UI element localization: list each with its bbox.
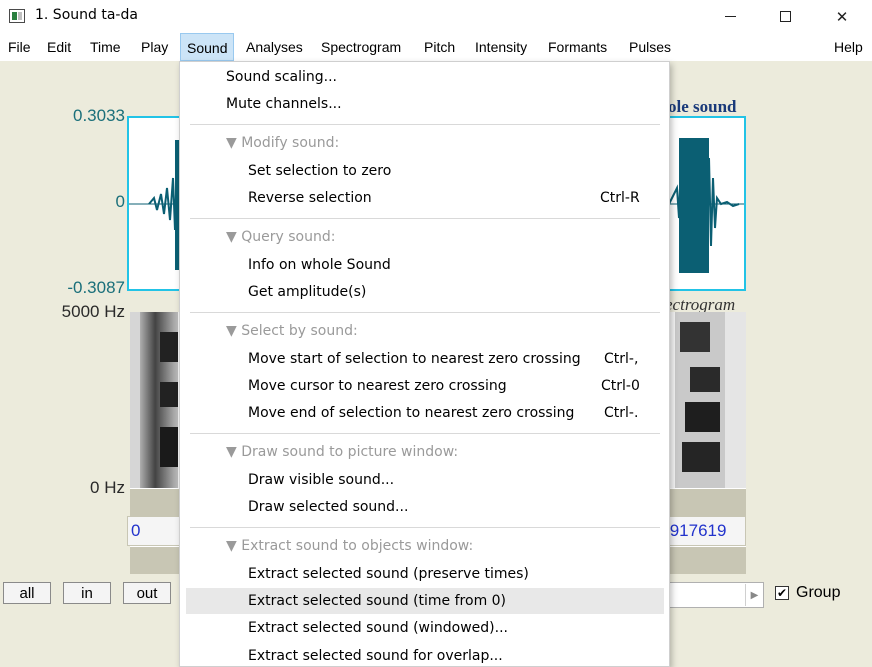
menu-intensity[interactable]: Intensity [475, 39, 527, 55]
menu-item-reverse-selection[interactable]: Reverse selection Ctrl-R [180, 185, 669, 211]
wave-title: ole sound [668, 97, 737, 116]
menu-spectrogram[interactable]: Spectrogram [321, 39, 401, 55]
freq-min-label: 0 Hz [90, 478, 125, 497]
menu-pulses[interactable]: Pulses [629, 39, 671, 55]
menu-sound[interactable]: Sound [180, 33, 235, 61]
scroll-right-icon[interactable]: ▶ [745, 584, 763, 606]
menu-help[interactable]: Help [834, 39, 863, 55]
menu-item-mute-channels[interactable]: Mute channels... [180, 91, 669, 117]
menu-formants[interactable]: Formants [548, 39, 607, 55]
amplitude-max-label: 0.3033 [73, 106, 125, 125]
menu-header-select-by-sound[interactable]: ▼ Select by sound: [180, 318, 669, 344]
menu-item-extract-for-overlap[interactable]: Extract selected sound for overlap... [180, 643, 669, 666]
menu-item-extract-preserve-times[interactable]: Extract selected sound (preserve times) [180, 561, 669, 587]
menu-header-extract-sound[interactable]: ▼ Extract sound to objects window: [180, 533, 669, 559]
menu-play[interactable]: Play [141, 39, 168, 55]
menu-item-draw-selected-sound[interactable]: Draw selected sound... [180, 494, 669, 520]
close-icon: ✕ [835, 7, 849, 26]
menu-analyses[interactable]: Analyses [246, 39, 303, 55]
menu-separator [190, 527, 660, 528]
freq-max-label: 5000 Hz [61, 302, 125, 321]
menu-separator [190, 433, 660, 434]
menu-item-move-cursor-zero-crossing[interactable]: Move cursor to nearest zero crossing Ctrl… [180, 373, 669, 399]
group-label: Group [796, 584, 841, 601]
time-end-label: .917619 [665, 521, 727, 540]
menu-item-set-selection-zero[interactable]: Set selection to zero [180, 158, 669, 184]
app-icon [9, 9, 25, 23]
zoom-in-button[interactable]: in [63, 582, 111, 604]
menu-item-move-end-zero-crossing[interactable]: Move end of selection to nearest zero cr… [180, 400, 669, 426]
maximize-button[interactable] [758, 0, 812, 33]
menu-separator [190, 124, 660, 125]
menu-pitch[interactable]: Pitch [424, 39, 455, 55]
amplitude-zero-label: 0 [115, 192, 125, 211]
menu-item-extract-windowed[interactable]: Extract selected sound (windowed)... [180, 615, 669, 641]
menu-separator [190, 312, 660, 313]
close-button[interactable]: ✕ [815, 0, 869, 33]
group-checkbox[interactable]: ✔ [775, 586, 789, 600]
menu-file[interactable]: File [8, 39, 31, 55]
menu-header-modify-sound[interactable]: ▼ Modify sound: [180, 130, 669, 156]
menu-item-draw-visible-sound[interactable]: Draw visible sound... [180, 467, 669, 493]
minimize-button[interactable] [703, 0, 757, 33]
sound-menu-dropdown: Sound scaling... Mute channels... ▼ Modi… [179, 61, 670, 667]
menu-item-get-amplitudes[interactable]: Get amplitude(s) [180, 279, 669, 305]
minimize-icon [724, 16, 736, 17]
zoom-out-button[interactable]: out [123, 582, 171, 604]
time-start-label: 0 [131, 521, 141, 540]
menu-item-move-start-zero-crossing[interactable]: Move start of selection to nearest zero … [180, 346, 669, 372]
menu-separator [190, 218, 660, 219]
menu-header-draw-sound[interactable]: ▼ Draw sound to picture window: [180, 439, 669, 465]
menu-item-extract-time-from-zero[interactable]: Extract selected sound (time from 0) [186, 588, 664, 614]
title-bar: 1. Sound ta-da ✕ [0, 0, 872, 33]
menu-header-query-sound[interactable]: ▼ Query sound: [180, 224, 669, 250]
menu-edit[interactable]: Edit [47, 39, 71, 55]
amplitude-min-label: -0.3087 [67, 278, 125, 297]
menu-item-sound-scaling[interactable]: Sound scaling... [180, 64, 669, 90]
maximize-icon [779, 11, 791, 22]
menu-item-info-whole-sound[interactable]: Info on whole Sound [180, 252, 669, 278]
menu-time[interactable]: Time [90, 39, 121, 55]
window-title: 1. Sound ta-da [35, 7, 138, 23]
zoom-all-button[interactable]: all [3, 582, 51, 604]
menu-bar: File Edit Time Play Sound Analyses Spect… [0, 33, 872, 61]
